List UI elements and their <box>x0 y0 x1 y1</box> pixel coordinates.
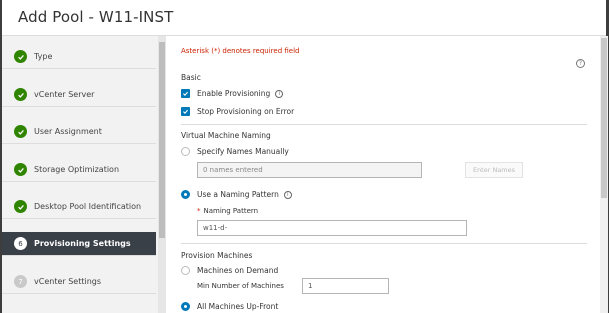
divider <box>181 124 587 125</box>
checkmark-icon <box>14 163 27 176</box>
all-machines-up-front-row[interactable]: All Machines Up-Front <box>181 302 278 311</box>
section-provision-heading: Provision Machines <box>181 251 253 260</box>
step-type[interactable]: Type <box>2 45 156 69</box>
all-machines-up-front-radio[interactable] <box>181 302 190 311</box>
required-field-note: Asterisk (*) denotes required field <box>181 47 300 55</box>
provisioning-settings-form: Asterisk (*) denotes required field ? Ba… <box>166 36 600 313</box>
step-label: vCenter Settings <box>34 277 102 286</box>
step-label: Storage Optimization <box>34 165 120 174</box>
enter-names-button[interactable]: Enter Names <box>465 162 523 178</box>
content-scrollbar-thumb[interactable] <box>601 38 607 198</box>
enable-provisioning-label: Enable Provisioning <box>197 89 271 98</box>
names-entered-field: 0 names entered <box>197 162 422 178</box>
step-provisioning-settings[interactable]: 6 Provisioning Settings <box>2 232 156 256</box>
wizard-steps-sidebar: Type vCenter Server User Assignment Stor… <box>2 36 158 313</box>
enable-provisioning-checkbox[interactable] <box>181 89 190 98</box>
dialog-title: Add Pool - W11-INST <box>18 8 174 26</box>
naming-pattern-label: * Naming Pattern <box>197 207 259 215</box>
all-machines-up-front-label: All Machines Up-Front <box>197 302 279 311</box>
step-vcenter-settings[interactable]: 7 vCenter Settings <box>2 270 156 294</box>
info-icon[interactable]: i <box>283 190 292 199</box>
divider <box>181 243 587 244</box>
step-vcenter-server[interactable]: vCenter Server <box>2 83 156 107</box>
step-user-assignment[interactable]: User Assignment <box>2 120 156 144</box>
specify-names-manually-label: Specify Names Manually <box>197 147 289 156</box>
sidebar-scrollbar-thumb[interactable] <box>159 42 165 238</box>
enable-provisioning-row[interactable]: Enable Provisioning i <box>181 89 284 98</box>
section-naming-heading: Virtual Machine Naming <box>181 131 271 140</box>
machines-on-demand-radio[interactable] <box>181 266 190 275</box>
add-pool-dialog: Add Pool - W11-INST Type vCenter Server … <box>0 0 609 313</box>
step-number: 6 <box>14 237 27 250</box>
specify-names-manually-row[interactable]: Specify Names Manually <box>181 147 289 156</box>
specify-names-manually-radio[interactable] <box>181 147 190 156</box>
step-storage-optimization[interactable]: Storage Optimization <box>2 158 156 182</box>
checkmark-icon <box>14 88 27 101</box>
step-label: vCenter Server <box>34 90 95 99</box>
use-naming-pattern-row[interactable]: Use a Naming Pattern i <box>181 190 292 199</box>
naming-pattern-input[interactable]: w11-d- <box>197 220 467 236</box>
machines-on-demand-row[interactable]: Machines on Demand <box>181 266 278 275</box>
help-icon[interactable]: ? <box>576 59 585 68</box>
step-label: User Assignment <box>34 127 102 136</box>
required-asterisk: * <box>197 207 201 215</box>
section-basic-heading: Basic <box>181 73 201 82</box>
use-naming-pattern-label: Use a Naming Pattern <box>197 190 279 199</box>
stop-on-error-label: Stop Provisioning on Error <box>197 107 295 116</box>
checkmark-icon <box>14 200 27 213</box>
machines-on-demand-label: Machines on Demand <box>197 266 279 275</box>
info-icon[interactable]: i <box>275 89 284 98</box>
step-label: Desktop Pool Identification <box>34 202 142 211</box>
min-machines-input[interactable]: 1 <box>302 278 389 294</box>
stop-on-error-checkbox[interactable] <box>181 107 190 116</box>
step-label: Provisioning Settings <box>34 239 131 248</box>
dialog-header: Add Pool - W11-INST <box>2 0 606 36</box>
step-number: 7 <box>14 275 27 288</box>
step-desktop-pool-identification[interactable]: Desktop Pool Identification <box>2 195 156 219</box>
checkmark-icon <box>14 50 27 63</box>
step-label: Type <box>34 52 53 61</box>
min-machines-label: Min Number of Machines <box>197 282 284 290</box>
stop-on-error-row[interactable]: Stop Provisioning on Error <box>181 107 294 116</box>
checkmark-icon <box>14 125 27 138</box>
use-naming-pattern-radio[interactable] <box>181 190 190 199</box>
